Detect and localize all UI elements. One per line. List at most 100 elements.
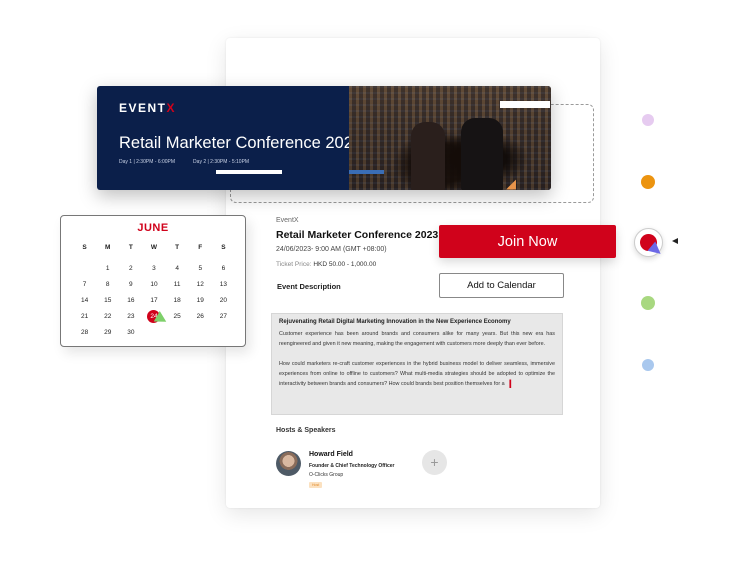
calendar-day[interactable]: 28 — [73, 324, 96, 340]
calendar-day-number: 30 — [127, 328, 135, 336]
calendar-day[interactable]: 15 — [96, 292, 119, 308]
event-description-label: Event Description — [277, 282, 341, 291]
ticket-price-label: Ticket Price: — [276, 261, 314, 268]
event-organizer: EventX — [276, 217, 299, 224]
calendar-weekday: M — [105, 244, 111, 251]
calendar-day-number: 17 — [150, 296, 158, 304]
calendar-day[interactable]: 6 — [212, 260, 235, 276]
calendar-day-number: 12 — [196, 280, 204, 288]
calendar-day-number: 8 — [105, 280, 110, 288]
calendar-day[interactable]: 10 — [142, 276, 165, 292]
calendar-day-number: 28 — [80, 328, 89, 336]
calendar-day[interactable]: 27 — [212, 308, 235, 324]
calendar-day[interactable]: 21 — [73, 308, 96, 324]
calendar-day[interactable]: 19 — [189, 292, 212, 308]
join-now-button[interactable]: Join Now — [439, 225, 616, 258]
add-to-calendar-button[interactable]: Add to Calendar — [439, 273, 564, 298]
calendar-day[interactable]: 9 — [119, 276, 142, 292]
calendar-day[interactable]: 5 — [189, 260, 212, 276]
calendar-day[interactable]: 12 — [189, 276, 212, 292]
description-editor[interactable]: Rejuvenating Retail Digital Marketing In… — [271, 313, 563, 415]
selection-indicator-icon — [672, 238, 678, 244]
calendar-day[interactable]: 26 — [189, 308, 212, 324]
calendar-day[interactable]: 1 — [96, 260, 119, 276]
banner-day-2: Day 2 | 2:30PM - 5:10PM — [193, 159, 250, 165]
logo-text: EVENT — [119, 101, 167, 115]
calendar-day[interactable]: 16 — [119, 292, 142, 308]
event-title: Retail Marketer Conference 2023 — [276, 229, 439, 241]
calendar-widget: JUNE S M T W T F S 1 2 3 4 5 6 7 8 9 10 11 12 13 14 15 16 17 18 1… — [60, 215, 246, 347]
calendar-day-number: 29 — [104, 328, 112, 336]
calendar-day[interactable]: 13 — [212, 276, 235, 292]
calendar-weekday: W — [150, 244, 158, 251]
ticket-price: Ticket Price: HKD 50.00 - 1,000.00 — [276, 261, 376, 268]
hosts-speakers-label: Hosts & Speakers — [276, 427, 336, 434]
calendar-day-number: 23 — [127, 312, 135, 320]
color-swatch-orange[interactable] — [641, 175, 655, 189]
banner-progress-track — [216, 170, 282, 174]
color-swatch-lilac[interactable] — [642, 114, 654, 126]
calendar-day-number: 26 — [196, 312, 204, 320]
calendar-weekday: F — [198, 244, 203, 251]
calendar-weekday: S — [82, 244, 87, 251]
description-heading: Rejuvenating Retail Digital Marketing In… — [279, 319, 511, 325]
calendar-day[interactable]: 20 — [212, 292, 235, 308]
calendar-day[interactable]: 4 — [166, 260, 189, 276]
calendar-day[interactable]: 7 — [73, 276, 96, 292]
calendar-day-number: 15 — [104, 296, 112, 304]
calendar-grid: S M T W T F S 1 2 3 4 5 6 7 8 9 10 11 12 13 14 15 16 17 18 19 20 21… — [73, 241, 235, 340]
photo-figure-right — [461, 118, 503, 190]
decorative-strip — [500, 101, 550, 108]
calendar-day-number: 10 — [150, 280, 158, 288]
calendar-day-number: 11 — [173, 280, 181, 288]
calendar-day-number: 4 — [175, 264, 179, 272]
logo-accent: X — [166, 101, 177, 115]
calendar-weekday: S — [221, 244, 226, 251]
color-swatch-green[interactable] — [641, 296, 655, 310]
color-swatch-blue[interactable] — [642, 359, 654, 371]
banner-schedule: Day 1 | 2:30PM - 6:00PM Day 2 | 2:30PM -… — [119, 159, 249, 165]
calendar-day-number: 13 — [219, 280, 228, 288]
description-paragraph-2: How could marketers re-craft customer ex… — [279, 359, 555, 391]
description-paragraph-2-text: How could marketers re-craft customer ex… — [279, 361, 555, 387]
banner-day-1: Day 1 | 2:30PM - 6:00PM — [119, 159, 176, 165]
calendar-day[interactable]: 3 — [142, 260, 165, 276]
calendar-day-number: 9 — [129, 280, 133, 288]
calendar-day-number: 3 — [152, 264, 156, 272]
calendar-day-number: 6 — [221, 264, 226, 272]
calendar-day-number: 14 — [80, 296, 89, 304]
host-role: Founder & Chief Technology Officer — [309, 463, 395, 469]
add-host-button[interactable]: + — [422, 450, 447, 475]
photo-figure-left — [411, 122, 445, 190]
calendar-day[interactable]: 22 — [96, 308, 119, 324]
calendar-day[interactable]: 23 — [119, 308, 142, 324]
banner-progress-fill — [349, 170, 384, 174]
calendar-day-number: 22 — [104, 312, 112, 320]
banner-text-panel: EVENTX Retail Marketer Conference 2023 D… — [97, 86, 362, 190]
calendar-month: JUNE — [137, 222, 169, 234]
host-company: O-Clicks Group — [309, 472, 344, 478]
calendar-day-number: 1 — [105, 264, 110, 272]
calendar-day[interactable]: 2 — [119, 260, 142, 276]
calendar-weekday: T — [175, 244, 180, 251]
text-cursor-icon: I — [508, 376, 512, 391]
calendar-day-number: 2 — [129, 264, 133, 272]
calendar-day-number: 19 — [196, 296, 204, 304]
calendar-day-number: 5 — [198, 264, 203, 272]
calendar-day-number: 21 — [80, 312, 89, 320]
calendar-day[interactable]: 29 — [96, 324, 119, 340]
calendar-day[interactable]: 14 — [73, 292, 96, 308]
calendar-day[interactable]: 30 — [119, 324, 142, 340]
calendar-day[interactable]: 17 — [142, 292, 165, 308]
host-name: Howard Field — [309, 451, 353, 458]
banner-title: Retail Marketer Conference 2023 — [119, 134, 363, 152]
calendar-day[interactable]: 8 — [96, 276, 119, 292]
calendar-day-number: 20 — [219, 296, 228, 304]
calendar-day[interactable]: 11 — [166, 276, 189, 292]
calendar-day-number: 27 — [219, 312, 228, 320]
calendar-day-number: 18 — [173, 296, 181, 304]
calendar-day[interactable]: 18 — [166, 292, 189, 308]
calendar-day-number: 7 — [82, 280, 87, 288]
event-banner[interactable]: EVENTX Retail Marketer Conference 2023 D… — [97, 86, 551, 190]
host-avatar — [276, 451, 301, 476]
